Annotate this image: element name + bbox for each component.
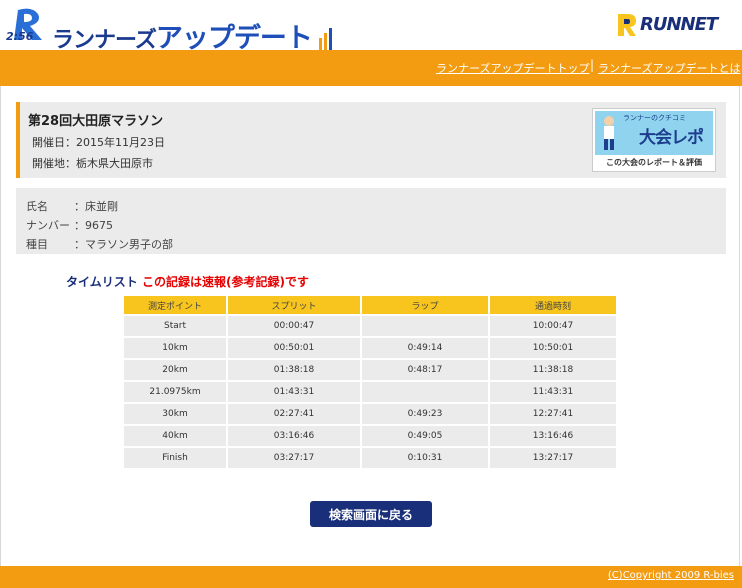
cell-split: 01:38:18 [228, 360, 360, 380]
table-row: 10km 00:50:01 0:49:14 10:50:01 [124, 338, 616, 358]
cell-point: 30km [124, 404, 226, 424]
event-date: 開催日：2015年11月23日 [32, 136, 165, 149]
cell-lap: 0:49:05 [362, 426, 488, 446]
runner-category-label: 種目 [26, 238, 48, 251]
runner-name-label: 氏名 [26, 200, 48, 213]
cell-split: 03:27:17 [228, 448, 360, 468]
banner-big-text: 大会レポ [639, 128, 704, 148]
top-nav: ランナーズアップデートトップ | ランナーズアップデートとは [0, 50, 742, 86]
cell-passing-time: 13:27:17 [490, 448, 616, 468]
cell-lap: 0:49:14 [362, 338, 488, 358]
runnet-logo[interactable]: RUNNET [616, 12, 736, 38]
nav-separator: | [590, 58, 595, 72]
col-header-split: スプリット [228, 296, 360, 314]
runnet-text: RUNNET [640, 14, 718, 35]
cell-split: 00:00:47 [228, 316, 360, 336]
cell-point: 21.0975km [124, 382, 226, 402]
timelist-heading: タイムリスト この記録は速報(参考記録)です [66, 273, 309, 290]
logo-prefix: 2:56 [6, 30, 34, 43]
cell-lap [362, 316, 488, 336]
cell-passing-time: 10:00:47 [490, 316, 616, 336]
cell-split: 02:27:41 [228, 404, 360, 424]
runner-figure-icon [604, 116, 614, 150]
banner-footer-text: この大会のレポート＆評価 [606, 158, 702, 167]
table-row: 40km 03:16:46 0:49:05 13:16:46 [124, 426, 616, 446]
page-frame [0, 0, 740, 586]
cell-lap: 0:49:23 [362, 404, 488, 424]
cell-lap [362, 382, 488, 402]
cell-point: 40km [124, 426, 226, 446]
runner-name-value: ：床並剛 [74, 200, 118, 213]
cell-passing-time: 11:38:18 [490, 360, 616, 380]
cell-point: 10km [124, 338, 226, 358]
cell-point: 20km [124, 360, 226, 380]
cell-passing-time: 12:27:41 [490, 404, 616, 424]
table-header-row: 測定ポイント スプリット ラップ 通過時刻 [124, 296, 616, 314]
cell-lap: 0:48:17 [362, 360, 488, 380]
cell-split: 00:50:01 [228, 338, 360, 358]
cell-point: Start [124, 316, 226, 336]
table-row: Finish 03:27:17 0:10:31 13:27:17 [124, 448, 616, 468]
nav-link-top[interactable]: ランナーズアップデートトップ [436, 60, 589, 76]
runner-number-label: ナンバー [26, 219, 70, 232]
col-header-point: 測定ポイント [124, 296, 226, 314]
col-header-passing-time: 通過時刻 [490, 296, 616, 314]
table-row: Start 00:00:47 10:00:47 [124, 316, 616, 336]
runner-category-value: ：マラソン男子の部 [74, 238, 173, 251]
cell-passing-time: 10:50:01 [490, 338, 616, 358]
event-title: 第28回大田原マラソン [28, 114, 164, 129]
runner-info-box: 氏名 ：床並剛 ナンバー ：9675 種目 ：マラソン男子の部 [16, 188, 726, 254]
back-to-search-button[interactable]: 検索画面に戻る [310, 501, 432, 527]
cell-passing-time: 13:16:46 [490, 426, 616, 446]
table-row: 30km 02:27:41 0:49:23 12:27:41 [124, 404, 616, 424]
runner-number-value: ：9675 [74, 219, 113, 232]
cell-point: Finish [124, 448, 226, 468]
logo-bars-icon [318, 28, 332, 50]
timelist-title: タイムリスト [66, 275, 138, 289]
col-header-lap: ラップ [362, 296, 488, 314]
cell-split: 03:16:46 [228, 426, 360, 446]
header: 2:56 ランナーズアップデート RUNNET [0, 0, 742, 54]
table-row: 20km 01:38:18 0:48:17 11:38:18 [124, 360, 616, 380]
nav-link-about[interactable]: ランナーズアップデートとは [598, 60, 740, 76]
footer: (C)Copyright 2009 R-bies [0, 566, 742, 588]
banner-small-text: ランナーのクチコミ [623, 114, 686, 122]
cell-split: 01:43:31 [228, 382, 360, 402]
taikai-repo-banner[interactable]: ランナーのクチコミ 大会レポ この大会のレポート＆評価 [592, 108, 716, 172]
copyright-link[interactable]: (C)Copyright 2009 R-bies [608, 570, 734, 581]
split-time-table: 測定ポイント スプリット ラップ 通過時刻 Start 00:00:47 10:… [122, 294, 618, 470]
runners-update-logo[interactable]: 2:56 ランナーズアップデート [4, 6, 332, 54]
runnet-r-icon [618, 14, 636, 36]
timelist-notice: この記録は速報(参考記録)です [141, 275, 309, 289]
cell-passing-time: 11:43:31 [490, 382, 616, 402]
event-venue: 開催地：栃木県大田原市 [32, 157, 153, 170]
table-row: 21.0975km 01:43:31 11:43:31 [124, 382, 616, 402]
cell-lap: 0:10:31 [362, 448, 488, 468]
